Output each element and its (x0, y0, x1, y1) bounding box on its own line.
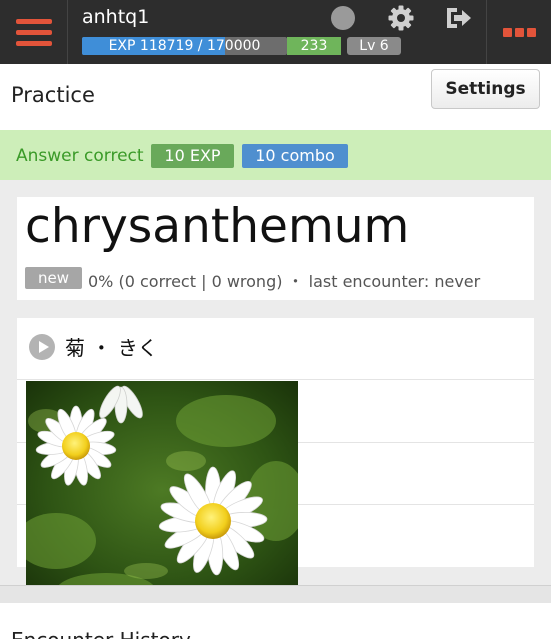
menu-line (15, 18, 52, 24)
count-badge: 233 (287, 37, 341, 55)
menu-line (15, 40, 52, 46)
word-stats: 0% (0 correct | 0 wrong) ・ last encounte… (88, 272, 481, 291)
hamburger-menu-icon[interactable] (0, 0, 68, 64)
more-dot (514, 27, 524, 37)
section-separator (0, 585, 551, 603)
settings-button[interactable]: Settings (431, 69, 540, 109)
word-title: chrysanthemum (25, 199, 410, 254)
logout-icon[interactable] (444, 5, 474, 31)
row-divider (17, 379, 534, 380)
play-circle-icon[interactable] (29, 334, 55, 360)
status-dot-icon[interactable] (331, 6, 355, 30)
word-card: chrysanthemum new 0% (0 correct | 0 wron… (17, 197, 534, 300)
top-bar: anhtq1 EXP 118719 / 170000 233 Lv 6 (0, 0, 551, 64)
menu-line (15, 29, 52, 35)
encounter-history-title: Encounter History (11, 628, 191, 639)
more-dot (526, 27, 536, 37)
answer-status: Answer correct (16, 146, 144, 166)
more-dot (502, 27, 512, 37)
level-badge: Lv 6 (347, 37, 401, 55)
kanji-reading: 菊 ・ きく (65, 336, 158, 360)
chrysanthemum-image (26, 381, 298, 599)
exp-gain-badge: 10 EXP (151, 144, 234, 168)
page-title: Practice (11, 83, 95, 107)
username: anhtq1 (82, 6, 150, 28)
exp-progress-text: EXP 118719 / 170000 (108, 38, 261, 54)
exp-progress-bar: EXP 118719 / 170000 (82, 37, 287, 55)
more-dots-icon[interactable] (486, 0, 551, 64)
new-badge: new (25, 267, 82, 289)
gear-icon[interactable] (387, 4, 415, 32)
combo-badge: 10 combo (242, 144, 348, 168)
encounter-history-panel: Encounter History (0, 603, 551, 639)
